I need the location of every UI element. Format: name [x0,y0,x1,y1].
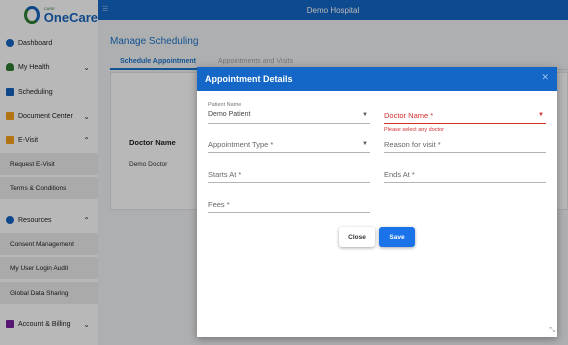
field-underline [384,152,546,153]
close-icon[interactable]: ✕ [541,72,549,83]
doctor-name-label: Doctor Name * [384,111,434,120]
save-button[interactable]: Save [379,227,415,247]
ends-at-label: Ends At * [384,170,415,179]
starts-at-label: Starts At * [208,170,242,179]
dropdown-arrow-icon: ▼ [362,141,368,147]
dropdown-arrow-icon: ▼ [362,112,368,118]
dropdown-arrow-icon: ▼ [538,112,544,118]
fees-label: Fees * [208,200,230,209]
field-underline [384,123,546,124]
field-underline [208,182,370,183]
appointment-details-modal: Appointment Details ✕ Patient Name Demo … [197,67,557,337]
resize-handle-icon[interactable]: ⤡ [549,327,555,335]
modal-title: Appointment Details [205,74,293,84]
field-underline [384,182,546,183]
field-underline [208,152,370,153]
reason-for-visit-label: Reason for visit * [384,140,441,149]
appointment-type-label: Appointment Type * [208,140,274,149]
patient-name-value: Demo Patient [208,111,251,118]
patient-name-label: Patient Name [208,102,242,108]
field-underline [208,212,370,213]
modal-header: Appointment Details ✕ [197,67,557,91]
close-button[interactable]: Close [339,227,375,247]
doctor-error-message: Please select any doctor [384,127,444,133]
field-underline [208,123,370,124]
